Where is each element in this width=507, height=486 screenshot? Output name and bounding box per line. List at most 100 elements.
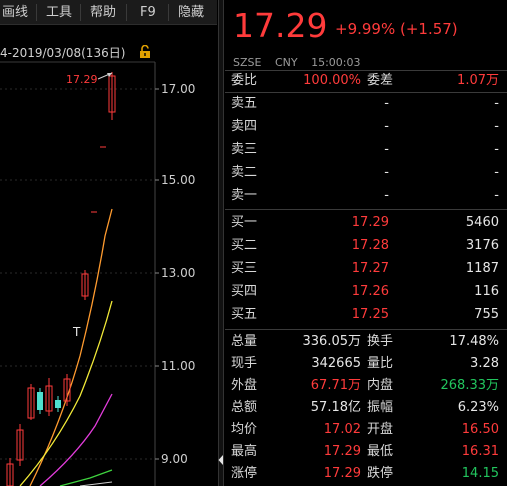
ask-row[interactable]: 卖二 - - [225,162,507,184]
stat-value: 17.29 [323,466,361,481]
stat-label: 总额 [231,400,258,415]
bid-row[interactable]: 买一 17.29 5460 [225,212,507,234]
price-label: 13.00 [161,266,195,280]
ask-price: - [384,188,389,203]
ask-label: 卖五 [231,96,258,111]
stat-label: 内盘 [367,378,394,393]
stat-value: 16.31 [461,444,499,459]
ask-label: 卖三 [231,142,258,157]
price-label: 15.00 [161,173,195,187]
limit-up-marker: T [72,325,81,339]
stat-value: 17.02 [323,422,361,437]
price-label: 17.00 [161,82,195,96]
divider [225,329,507,330]
weibi-label: 委比 [231,73,258,88]
stat-value: 3.28 [470,356,499,371]
weibi-value: 100.00% [303,73,361,88]
menu-separator [168,4,169,21]
bid-price: 17.29 [351,215,389,230]
stat-label: 振幅 [367,400,394,415]
menu-separator [36,4,37,21]
ask-volume: - [494,165,499,180]
quote-meta: SZSE CNY 15:00:03 [233,56,371,69]
stat-value: 6.23% [457,400,499,415]
stat-value: 268.33万 [440,378,500,393]
bid-label: 买四 [231,284,258,299]
weicha-label: 委差 [367,73,394,88]
ask-row[interactable]: 卖三 - - [225,139,507,161]
exchange-label: SZSE [233,56,262,69]
ask-price: - [384,142,389,157]
stat-label: 跌停 [367,466,394,481]
ask-label: 卖一 [231,188,258,203]
stat-row-current: 现手 342665 量比 3.28 [225,353,507,375]
stat-row-high: 最高 17.29 最低 16.31 [225,441,507,463]
ask-row[interactable]: 卖五 - - [225,93,507,115]
ask-label: 卖二 [231,165,258,180]
ask-row[interactable]: 卖一 - - [225,185,507,207]
stat-label: 总量 [231,334,258,349]
stat-value: 67.71万 [310,378,361,393]
bid-volume: 755 [474,307,499,322]
stat-value: 17.29 [323,444,361,459]
bid-price: 17.26 [351,284,389,299]
bid-row[interactable]: 买三 17.27 1187 [225,258,507,280]
stat-label: 外盘 [231,378,258,393]
menu-item-hide[interactable]: 隐藏 [178,0,204,25]
stat-row-avg: 均价 17.02 开盘 16.50 [225,419,507,441]
ask-volume: - [494,142,499,157]
kline-canvas: 17.29 T 17.00 15.00 13.00 11.00 9.00 [0,61,195,486]
stat-row-amount: 总额 57.18亿 振幅 6.23% [225,397,507,419]
bid-label: 买二 [231,238,258,253]
ask-volume: - [494,96,499,111]
price-label: 9.00 [161,452,188,466]
bid-label: 买五 [231,307,258,322]
bid-row[interactable]: 买四 17.26 116 [225,281,507,303]
stat-label: 开盘 [367,422,394,437]
high-price-label: 17.29 [66,73,98,86]
menu-item-f9[interactable]: F9 [140,0,156,25]
stat-label: 均价 [231,422,258,437]
stat-row-volume: 总量 336.05万 换手 17.48% [225,331,507,353]
menu-separator [126,4,127,21]
bid-label: 买一 [231,215,258,230]
stat-row-limit: 涨停 17.29 跌停 14.15 [225,463,507,485]
stat-value: 17.48% [449,334,499,349]
price-change: +9.99% (+1.57) [335,20,458,38]
stat-label: 最低 [367,444,394,459]
bid-row[interactable]: 买五 17.25 755 [225,304,507,326]
bid-row[interactable]: 买二 17.28 3176 [225,235,507,257]
ask-volume: - [494,119,499,134]
stat-row-outer: 外盘 67.71万 内盘 268.33万 [225,375,507,397]
menu-item-help[interactable]: 帮助 [90,0,116,25]
ask-price: - [384,96,389,111]
menu-item-draw[interactable]: 画线 [2,0,28,25]
stat-value: 342665 [311,356,361,371]
ask-price: - [384,119,389,134]
expand-arrow-icon[interactable] [218,454,224,466]
ask-price: - [384,165,389,180]
bid-volume: 116 [474,284,499,299]
bid-volume: 1187 [465,261,499,276]
kline-chart[interactable]: 4-2019/03/08(136日) 17.29 T 17.00 15.00 1… [0,26,217,486]
ask-volume: - [494,188,499,203]
ask-row[interactable]: 卖四 - - [225,116,507,138]
quote-time: 15:00:03 [311,56,361,69]
bid-price: 17.27 [351,261,389,276]
ma-green-line [59,469,113,486]
ma-orange-line [29,208,113,486]
menu-separator [80,4,81,21]
stat-label: 最高 [231,444,258,459]
stat-label: 换手 [367,334,394,349]
weibi-row: 委比 100.00% 委差 1.07万 [225,70,507,92]
panel-splitter[interactable] [218,0,224,486]
candles [6,72,116,486]
ask-label: 卖四 [231,119,258,134]
price-label: 11.00 [161,359,195,373]
menu-item-tools[interactable]: 工具 [46,0,72,25]
stat-label: 现手 [231,356,258,371]
bid-volume: 3176 [465,238,499,253]
weicha-value: 1.07万 [457,73,499,88]
bid-volume: 5460 [465,215,499,230]
ma-white-line [79,481,113,486]
